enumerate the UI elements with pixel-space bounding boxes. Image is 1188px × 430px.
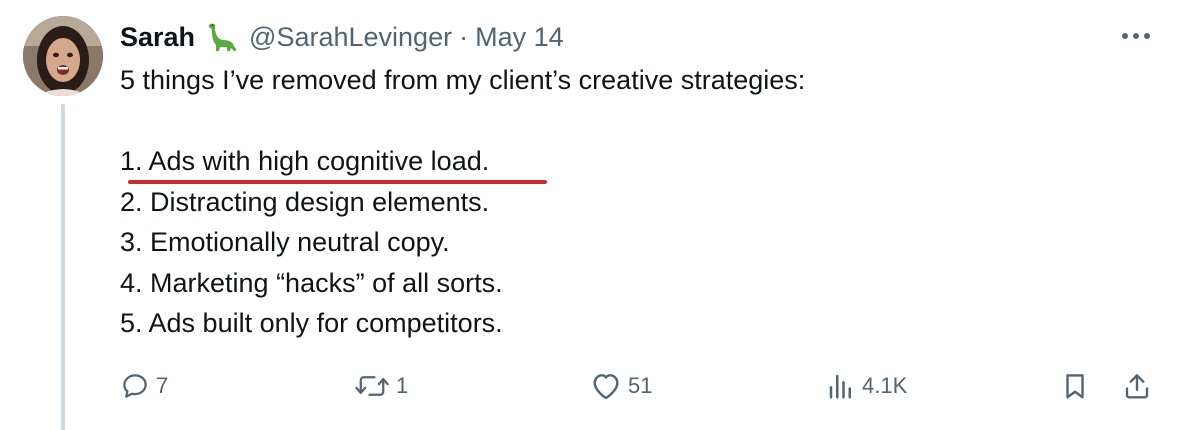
sauropod-icon [203,21,239,53]
tweet: Sarah @SarahLevinger · May 14 5 things I… [0,0,1188,430]
reply-icon [123,374,147,398]
reply-button[interactable]: 7 [120,364,168,408]
user-handle[interactable]: @SarahLevinger [249,22,452,53]
tweet-header: Sarah @SarahLevinger · May 14 [120,19,564,55]
retweet-button[interactable]: 1 [354,364,408,408]
avatar-photo [23,16,103,96]
tweet-line: 1. Ads with high cognitive load. [120,146,490,176]
like-icon [593,374,619,400]
header-separator: · [459,21,469,52]
more-button[interactable] [1116,24,1156,48]
tweet-line: 5. Ads built only for competitors. [120,308,503,338]
share-button[interactable] [1122,364,1152,408]
like-button[interactable]: 51 [590,364,652,408]
display-name[interactable]: Sarah [120,22,195,53]
tweet-text: 5 things I’ve removed from my client’s c… [120,60,1120,344]
retweet-icon [355,376,389,396]
bookmark-button[interactable] [1060,364,1090,408]
views-button[interactable]: 4.1K [826,364,907,408]
avatar[interactable] [23,16,103,96]
reply-count: 7 [156,373,169,398]
more-icon [1122,33,1150,39]
tweet-line: 5 things I’ve removed from my client’s c… [120,65,806,95]
views-count: 4.1K [862,373,908,398]
bookmark-icon [1066,374,1084,399]
retweet-count: 1 [396,373,409,398]
like-count: 51 [628,373,653,398]
tweet-date[interactable]: May 14 [475,22,564,53]
tweet-line: 2. Distracting design elements. [120,186,490,217]
action-bar: 7 1 51 4.1K [0,364,1188,408]
views-icon [829,374,851,399]
highlight-underline [128,180,547,184]
tweet-line: 3. Emotionally neutral copy. [120,227,450,257]
tweet-line: 4. Marketing “hacks” of all sorts. [120,267,503,298]
share-icon [1125,374,1149,399]
